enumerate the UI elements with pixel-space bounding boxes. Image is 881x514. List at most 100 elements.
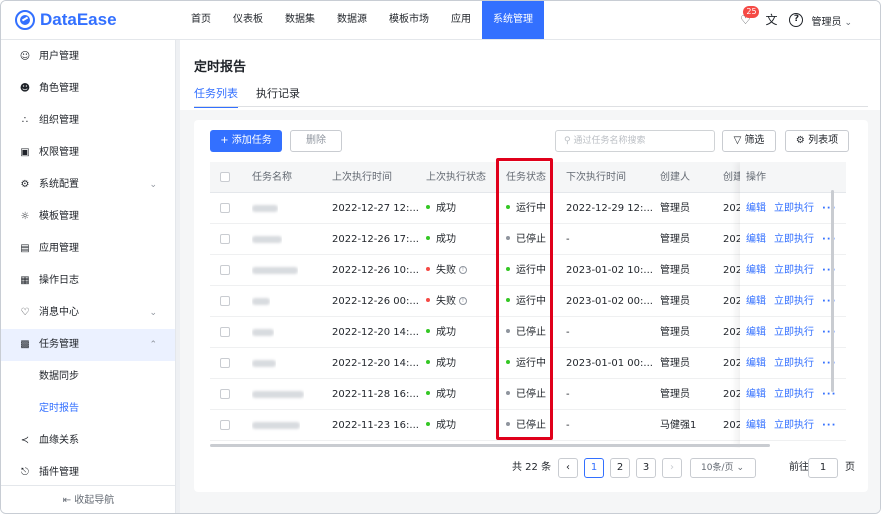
col-task-status[interactable]: 任务状态	[506, 162, 546, 193]
notification-bell-icon[interactable]: ♡ 25	[737, 6, 760, 28]
search-input[interactable]: ⚲ 通过任务名称搜索	[555, 130, 715, 152]
page-3-button[interactable]: 3	[636, 458, 656, 478]
select-all-checkbox[interactable]	[220, 172, 230, 182]
col-last-exec-time[interactable]: 上次执行时间	[332, 162, 392, 193]
nav-home[interactable]: 首页	[180, 1, 222, 39]
run-now-link[interactable]: 立即执行	[774, 420, 814, 431]
logo[interactable]: DataEase	[15, 8, 117, 32]
page-2-button[interactable]: 2	[610, 458, 630, 478]
sidebar-sub-data-sync[interactable]: 数据同步	[1, 361, 175, 393]
sidebar-item-tasks[interactable]: ▩ 任务管理 ⌃	[1, 329, 175, 361]
col-last-exec-status[interactable]: 上次执行状态	[426, 162, 486, 193]
run-now-link[interactable]: 立即执行	[774, 203, 814, 214]
edit-link[interactable]: 编辑	[746, 234, 766, 245]
table-vertical-scrollbar[interactable]	[831, 190, 834, 392]
sidebar-item-label: 应用管理	[39, 243, 79, 254]
row-checkbox[interactable]	[220, 234, 230, 244]
col-creator[interactable]: 创建人	[660, 162, 690, 193]
sidebar-item-lineage[interactable]: ≺ 血缘关系	[1, 425, 175, 457]
sidebar-item-label: 任务管理	[39, 339, 79, 350]
last-exec-time: 2022-12-26 10:...	[332, 265, 419, 276]
sidebar-item-system-config[interactable]: ⚙ 系统配置 ⌄	[1, 169, 175, 201]
col-next-exec-time[interactable]: 下次执行时间	[566, 162, 626, 193]
filter-icon: ▽	[733, 135, 745, 146]
sidebar-item-users[interactable]: ☺ 用户管理	[1, 41, 175, 73]
run-now-link[interactable]: 立即执行	[774, 358, 814, 369]
tab-task-list[interactable]: 任务列表	[194, 85, 238, 108]
goto-label: 前往	[789, 462, 809, 473]
run-now-link[interactable]: 立即执行	[774, 327, 814, 338]
translate-icon[interactable]: 文	[763, 12, 779, 28]
sidebar-item-roles[interactable]: ☻ 角色管理	[1, 73, 175, 105]
row-checkbox[interactable]	[220, 203, 230, 213]
row-checkbox[interactable]	[220, 420, 230, 430]
page-1-button[interactable]: 1	[584, 458, 604, 478]
delete-button[interactable]: 删除	[290, 130, 342, 152]
task-table: 任务名称 上次执行时间 上次执行状态 任务状态 下次执行时间 创建人 创建 20…	[210, 162, 846, 448]
collapse-nav-button[interactable]: ⇤ 收起导航	[1, 485, 176, 513]
sidebar-item-messages[interactable]: ♡ 消息中心 ⌄	[1, 297, 175, 329]
sidebar-item-apps[interactable]: ▤ 应用管理	[1, 233, 175, 265]
run-now-link[interactable]: 立即执行	[774, 389, 814, 400]
more-icon[interactable]: ···	[822, 358, 836, 369]
nav-template-market[interactable]: 模板市场	[378, 1, 440, 39]
next-exec-time: -	[566, 327, 570, 338]
next-exec-time: -	[566, 234, 570, 245]
row-checkbox[interactable]	[220, 265, 230, 275]
sidebar-item-logs[interactable]: ▦ 操作日志	[1, 265, 175, 297]
filter-button[interactable]: ▽ 筛选	[722, 130, 776, 152]
edit-link[interactable]: 编辑	[746, 203, 766, 214]
more-icon[interactable]: ···	[822, 234, 836, 245]
nav-system-management[interactable]: 系统管理	[482, 1, 544, 39]
edit-link[interactable]: 编辑	[746, 389, 766, 400]
chevron-up-icon: ⌃	[149, 340, 157, 350]
run-now-link[interactable]: 立即执行	[774, 234, 814, 245]
sidebar-item-permissions[interactable]: ▣ 权限管理	[1, 137, 175, 169]
col-task-name[interactable]: 任务名称	[252, 162, 292, 193]
info-icon[interactable]: !	[459, 297, 467, 305]
run-now-link[interactable]: 立即执行	[774, 265, 814, 276]
table-horizontal-scrollbar[interactable]	[210, 444, 770, 447]
edit-link[interactable]: 编辑	[746, 265, 766, 276]
goto-page-input[interactable]: 1	[808, 458, 838, 478]
edit-link[interactable]: 编辑	[746, 296, 766, 307]
last-exec-status: 成功	[426, 224, 456, 255]
last-exec-status: 成功	[426, 317, 456, 348]
sidebar-sub-scheduled-report[interactable]: 定时报告	[1, 393, 175, 425]
nav-dataset[interactable]: 数据集	[274, 1, 326, 39]
row-checkbox[interactable]	[220, 389, 230, 399]
edit-link[interactable]: 编辑	[746, 420, 766, 431]
last-exec-status: 成功	[426, 348, 456, 379]
more-icon[interactable]: ···	[822, 296, 836, 307]
more-icon[interactable]: ···	[822, 327, 836, 338]
nav-apps[interactable]: 应用	[440, 1, 482, 39]
header-actions: ♡ 25 文 ? 管理员 ⌄	[727, 1, 852, 39]
more-icon[interactable]: ···	[822, 203, 836, 214]
sidebar-item-org[interactable]: ∴ 组织管理	[1, 105, 175, 137]
sidebar-item-templates[interactable]: ☼ 模板管理	[1, 201, 175, 233]
more-icon[interactable]: ···	[822, 265, 836, 276]
user-menu[interactable]: 管理员 ⌄	[811, 13, 852, 28]
next-page-button[interactable]: ›	[662, 458, 682, 478]
row-checkbox[interactable]	[220, 358, 230, 368]
info-icon[interactable]: !	[459, 266, 467, 274]
sidebar-item-label: 权限管理	[39, 147, 79, 158]
row-checkbox[interactable]	[220, 296, 230, 306]
run-now-link[interactable]: 立即执行	[774, 296, 814, 307]
nav-datasource[interactable]: 数据源	[326, 1, 378, 39]
page-size-select[interactable]: 10条/页 ⌄	[690, 458, 756, 478]
next-exec-time: -	[566, 389, 570, 400]
more-icon[interactable]: ···	[822, 389, 836, 400]
last-status-text: 成功	[436, 203, 456, 214]
columns-button[interactable]: ⚙ 列表项	[785, 130, 849, 152]
creator: 管理员	[660, 389, 690, 400]
edit-link[interactable]: 编辑	[746, 327, 766, 338]
edit-link[interactable]: 编辑	[746, 358, 766, 369]
more-icon[interactable]: ···	[822, 420, 836, 431]
tab-execution-records[interactable]: 执行记录	[256, 85, 300, 108]
add-task-button[interactable]: + 添加任务	[210, 130, 282, 152]
row-checkbox[interactable]	[220, 327, 230, 337]
prev-page-button[interactable]: ‹	[558, 458, 578, 478]
nav-dashboard[interactable]: 仪表板	[222, 1, 274, 39]
help-icon[interactable]: ?	[789, 13, 804, 27]
